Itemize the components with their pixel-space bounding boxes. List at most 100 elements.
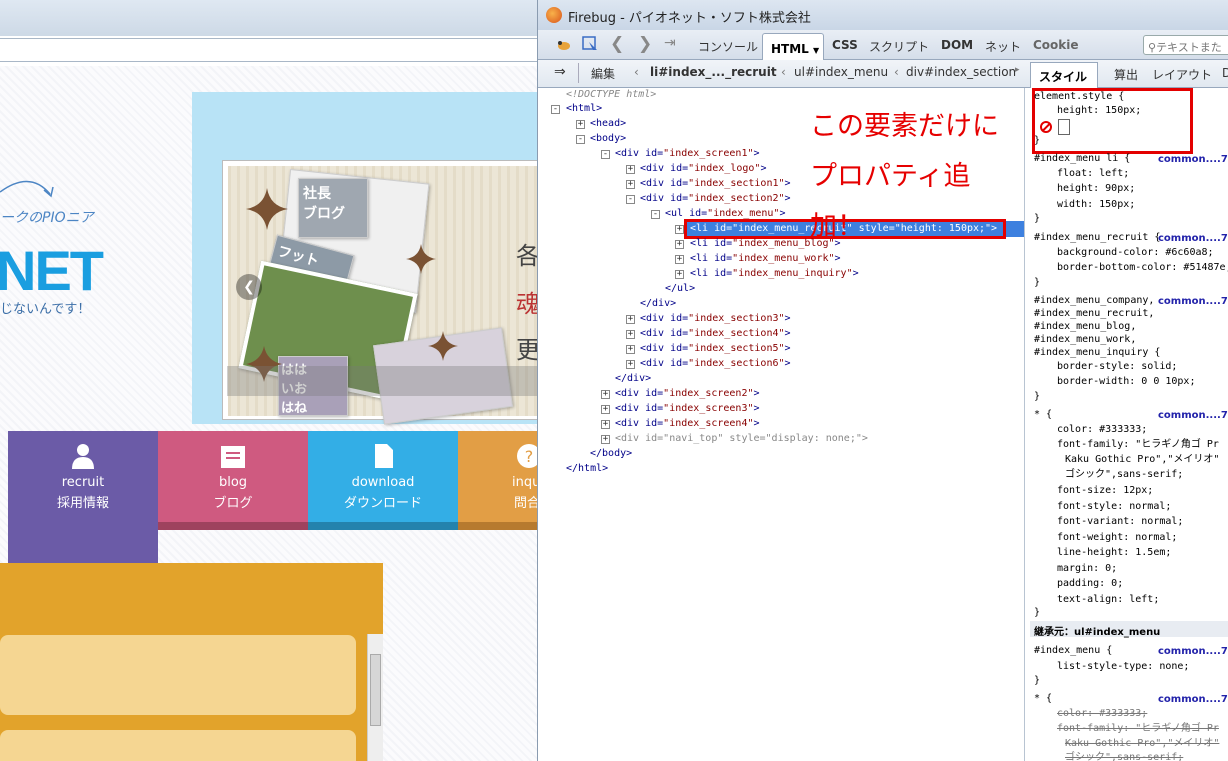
css-selector[interactable]: #index_menu { xyxy=(1034,644,1112,658)
css-selector[interactable]: * { xyxy=(1034,408,1052,422)
tab-cookie[interactable]: Cookie xyxy=(1033,38,1079,52)
css-property[interactable]: list-style-type: none; xyxy=(1057,660,1189,674)
new-property-input[interactable] xyxy=(1058,119,1070,135)
css-selector[interactable]: #index_menu_company, xyxy=(1034,294,1154,308)
collapse-toggle[interactable]: - xyxy=(626,195,635,204)
side-tab-computed[interactable]: 算出 xyxy=(1114,66,1138,83)
expand-toggle[interactable]: + xyxy=(626,315,635,324)
expand-toggle[interactable]: + xyxy=(626,165,635,174)
css-property-overridden[interactable]: color: #333333; xyxy=(1057,707,1147,721)
css-selector[interactable]: #index_menu_work, xyxy=(1034,333,1136,347)
css-property[interactable]: line-height: 1.5em; xyxy=(1057,546,1171,560)
inner-scrollbar[interactable] xyxy=(367,634,383,761)
css-property[interactable]: font-weight: normal; xyxy=(1057,531,1177,545)
expand-toggle[interactable]: + xyxy=(601,435,610,444)
css-property[interactable]: padding: 0; xyxy=(1057,577,1123,591)
css-property-overridden[interactable]: font-family: "ヒラギノ角ゴ Pr xyxy=(1057,722,1219,736)
nav-blog[interactable]: blog ブログ xyxy=(158,431,308,530)
breadcrumb-prev-icon[interactable]: ‹ xyxy=(634,65,639,79)
expand-toggle[interactable]: + xyxy=(675,255,684,264)
side-tab-dom[interactable]: D xyxy=(1222,66,1228,80)
collapse-toggle[interactable]: - xyxy=(651,210,660,219)
css-source-link[interactable]: common....72? xyxy=(1158,233,1228,244)
tree-node-screen3[interactable]: <div id="index_screen3"> xyxy=(615,402,760,416)
tree-node-head[interactable]: <head> xyxy=(590,117,626,131)
tree-node-body[interactable]: <body> xyxy=(590,132,626,146)
layout-toggle-icon[interactable]: ⇒ xyxy=(554,64,566,80)
tree-node-work[interactable]: <li id="index_menu_work"> xyxy=(690,252,841,266)
tab-html[interactable]: HTML ▼ xyxy=(762,33,824,61)
tree-node-screen2[interactable]: <div id="index_screen2"> xyxy=(615,387,760,401)
css-property[interactable]: border-width: 0 0 10px; xyxy=(1057,375,1195,389)
css-selector[interactable]: #index_menu li { xyxy=(1034,152,1130,166)
css-property[interactable]: border-bottom-color: #51487e; xyxy=(1057,261,1228,275)
expand-toggle[interactable]: + xyxy=(626,360,635,369)
css-property[interactable]: width: 150px; xyxy=(1057,198,1135,212)
css-selector[interactable]: #index_menu_recruit, xyxy=(1034,307,1154,321)
css-selector[interactable]: #index_menu_inquiry { xyxy=(1034,346,1160,360)
css-selector[interactable]: #index_menu_recruit { xyxy=(1034,231,1160,245)
css-source-link[interactable]: common....72? xyxy=(1158,694,1228,705)
edit-button[interactable]: 編集 xyxy=(591,65,615,82)
tree-node-screen1[interactable]: <div id="index_screen1"> xyxy=(615,147,760,161)
side-tab-style[interactable]: スタイル ▼ xyxy=(1030,62,1098,98)
css-property[interactable]: font-size: 12px; xyxy=(1057,484,1153,498)
css-selector[interactable]: element.style { xyxy=(1034,90,1124,104)
tab-net[interactable]: ネット xyxy=(985,38,1021,55)
expand-toggle[interactable]: + xyxy=(675,225,684,234)
tree-node-section4[interactable]: <div id="index_section4"> xyxy=(640,327,791,341)
breadcrumb-item[interactable]: ul#index_menu xyxy=(794,65,888,79)
expand-toggle[interactable]: + xyxy=(626,330,635,339)
css-property[interactable]: font-variant: normal; xyxy=(1057,515,1183,529)
expand-toggle[interactable]: + xyxy=(601,390,610,399)
css-source-link[interactable]: common....72? xyxy=(1158,646,1228,657)
breadcrumb-item[interactable]: div#index_section xyxy=(906,65,1016,79)
css-property[interactable]: border-style: solid; xyxy=(1057,360,1177,374)
firebug-bug-icon[interactable] xyxy=(556,37,572,53)
tree-node-navi-top[interactable]: <div id="navi_top" style="display: none;… xyxy=(615,432,868,446)
panel-splitter[interactable] xyxy=(1024,88,1025,761)
breadcrumb-current[interactable]: li#index_..._recruit xyxy=(650,65,777,79)
nav-inquiry[interactable]: ? inqu 問合 xyxy=(458,431,540,530)
inspect-icon[interactable] xyxy=(582,36,598,54)
tab-dom[interactable]: DOM xyxy=(941,38,973,52)
collapse-toggle[interactable]: - xyxy=(551,105,560,114)
css-property[interactable]: height: 150px; xyxy=(1057,104,1141,118)
tree-node-section1[interactable]: <div id="index_section1"> xyxy=(640,177,791,191)
expand-toggle[interactable]: + xyxy=(675,240,684,249)
back-icon[interactable]: ❮ xyxy=(610,34,624,54)
tab-console[interactable]: コンソール xyxy=(698,38,758,55)
css-property[interactable]: margin: 0; xyxy=(1057,562,1117,576)
step-icon[interactable]: ⇥ xyxy=(664,35,676,51)
logo-wordmark[interactable]: NET xyxy=(0,238,104,303)
css-property[interactable]: height: 90px; xyxy=(1057,182,1135,196)
forward-icon[interactable]: ❯ xyxy=(638,34,652,54)
css-source-link[interactable]: common....72? xyxy=(1158,410,1228,421)
expand-toggle[interactable]: + xyxy=(601,420,610,429)
css-property[interactable]: font-style: normal; xyxy=(1057,500,1171,514)
slide-prev-button[interactable]: ❮ xyxy=(236,274,262,300)
css-property[interactable]: color: #333333; xyxy=(1057,423,1147,437)
css-property[interactable]: float: left; xyxy=(1057,167,1129,181)
css-property[interactable]: background-color: #6c60a8; xyxy=(1057,246,1214,260)
tab-css[interactable]: CSS xyxy=(832,38,858,52)
css-source-link[interactable]: common....72? xyxy=(1158,296,1228,307)
expand-toggle[interactable]: + xyxy=(626,180,635,189)
collapse-toggle[interactable]: - xyxy=(576,135,585,144)
disable-property-icon[interactable] xyxy=(1040,121,1052,133)
browser-url-bar[interactable] xyxy=(0,38,540,62)
tree-node-screen4[interactable]: <div id="index_screen4"> xyxy=(615,417,760,431)
css-selector[interactable]: #index_menu_blog, xyxy=(1034,320,1136,334)
expand-toggle[interactable]: + xyxy=(626,345,635,354)
expand-toggle[interactable]: + xyxy=(601,405,610,414)
tree-node-section3[interactable]: <div id="index_section3"> xyxy=(640,312,791,326)
nav-download[interactable]: download ダウンロード xyxy=(308,431,458,530)
breadcrumb-more-icon[interactable]: ▸ xyxy=(1015,65,1020,75)
css-property[interactable]: text-align: left; xyxy=(1057,593,1159,607)
css-property[interactable]: font-family: "ヒラギノ角ゴ Pr xyxy=(1057,438,1219,452)
tab-script[interactable]: スクリプト xyxy=(869,38,929,55)
css-selector[interactable]: * { xyxy=(1034,692,1052,706)
tree-node-inquiry[interactable]: <li id="index_menu_inquiry"> xyxy=(690,267,859,281)
tree-node-logo[interactable]: <div id="index_logo"> xyxy=(640,162,766,176)
scrollbar-thumb[interactable] xyxy=(370,654,381,726)
